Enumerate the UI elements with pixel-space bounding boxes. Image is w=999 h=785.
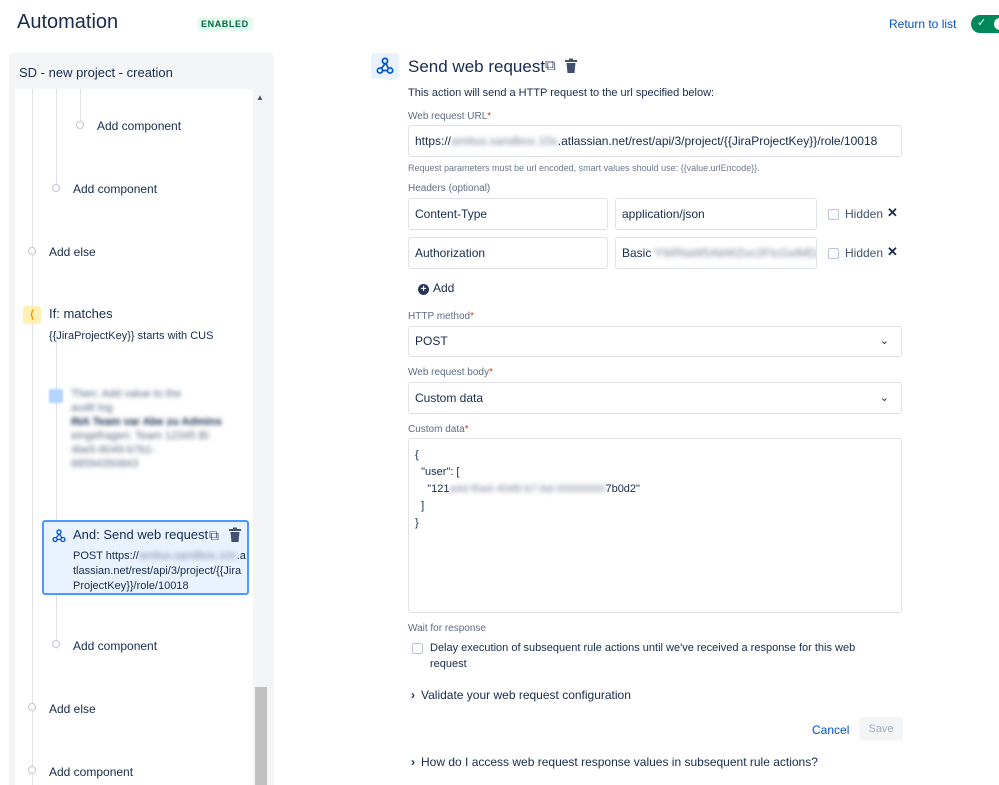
if-condition-title[interactable]: If: matches — [49, 306, 113, 321]
trash-icon[interactable] — [228, 527, 242, 543]
rule-enabled-toggle[interactable]: ✓ — [971, 15, 999, 33]
card-title: And: Send web request — [73, 527, 209, 542]
action-icon — [49, 389, 63, 403]
chevron-right-icon: › — [411, 755, 415, 769]
blurred-action-card[interactable]: Then: Add value to the audit log INA Tea… — [71, 387, 241, 471]
web-request-body-label: Web request body* — [408, 367, 493, 378]
action-type-icon — [371, 53, 399, 79]
check-icon: ✓ — [977, 17, 987, 29]
node-dot — [52, 184, 60, 192]
webhook-icon — [52, 529, 66, 543]
node-dot — [28, 766, 36, 774]
add-component-button[interactable]: Add component — [73, 639, 157, 653]
save-button[interactable]: Save — [859, 717, 903, 741]
close-icon[interactable]: ✕ — [887, 205, 898, 221]
scroll-up-arrow-icon[interactable]: ▲ — [256, 93, 264, 102]
card-body: POST https://amitus.sandbox.10x.atlassia… — [73, 550, 246, 592]
hidden-checkbox-label: Hidden — [845, 207, 884, 221]
copy-icon[interactable]: ⧉ — [545, 57, 556, 74]
node-dot — [76, 121, 84, 129]
http-method-label: HTTP method* — [408, 311, 474, 322]
url-field-label: Web request URL* — [408, 111, 492, 122]
validate-expander[interactable]: › Validate your web request configuration — [411, 688, 631, 702]
copy-icon[interactable]: ⧉ — [209, 527, 219, 544]
header-key-input[interactable]: Content-Type — [408, 198, 608, 230]
web-request-body-select[interactable]: Custom data ⌄ — [408, 382, 902, 414]
wait-for-response-checkbox[interactable] — [412, 643, 423, 654]
action-title: Send web request — [408, 57, 546, 76]
header-value-input[interactable]: application/json — [615, 198, 817, 230]
page-title: Automation — [17, 11, 119, 33]
hidden-checkbox[interactable] — [828, 248, 839, 259]
chevron-down-icon: ⌄ — [879, 335, 889, 347]
plus-icon: + — [418, 284, 429, 295]
add-else-button[interactable]: Add else — [49, 245, 96, 259]
trash-icon[interactable] — [564, 58, 578, 74]
wait-for-response-label: Wait for response — [408, 623, 486, 634]
faq-expander[interactable]: › How do I access web request response va… — [411, 755, 818, 769]
add-component-button[interactable]: Add component — [49, 765, 133, 779]
close-icon[interactable]: ✕ — [887, 244, 898, 260]
scrollbar-thumb[interactable] — [255, 687, 267, 785]
rule-canvas: Add component Add component Add else ⟨ I… — [15, 89, 253, 785]
connector-line — [32, 89, 33, 785]
http-method-select[interactable]: POST ⌄ — [408, 326, 902, 357]
if-condition-desc[interactable]: {{JiraProjectKey}} starts with CUS — [49, 330, 213, 342]
wait-for-response-text: Delay execution of subsequent rule actio… — [430, 642, 856, 670]
url-input[interactable]: https://amitus.sandbox.10x.atlassian.net… — [408, 125, 902, 157]
cancel-button[interactable]: Cancel — [812, 723, 849, 737]
add-else-button[interactable]: Add else — [49, 702, 96, 716]
headers-label: Headers (optional) — [408, 183, 491, 194]
action-description: This action will send a HTTP request to … — [408, 87, 715, 99]
connector-line — [56, 89, 57, 185]
hidden-checkbox[interactable] — [828, 209, 839, 220]
branch-icon: ⟨ — [23, 306, 41, 324]
connector-line — [56, 333, 57, 649]
header-key-input[interactable]: Authorization — [408, 237, 608, 269]
header-value-input[interactable]: Basic YWRtaW5AbWZoc2FtcGxlMDA0MDE — [615, 237, 817, 269]
send-web-request-card[interactable]: And: Send web request ⧉ POST https://ami… — [42, 520, 249, 595]
url-help-text: Request parameters must be url encoded, … — [408, 163, 760, 173]
node-dot — [52, 640, 60, 648]
add-component-button[interactable]: Add component — [73, 182, 157, 196]
custom-data-label: Custom data* — [408, 424, 469, 435]
webhook-icon — [376, 57, 394, 74]
node-dot — [28, 703, 36, 711]
add-component-button[interactable]: Add component — [97, 119, 181, 133]
chevron-right-icon: › — [411, 688, 415, 702]
chevron-down-icon: ⌄ — [879, 392, 889, 404]
scrollbar[interactable]: ▲ — [255, 89, 268, 785]
status-badge: ENABLED — [197, 17, 253, 31]
rule-name: SD - new project - creation — [19, 65, 173, 80]
rule-tree-panel: SD - new project - creation Add componen… — [9, 53, 274, 785]
custom-data-textarea[interactable]: { "user": [ "121a4d-f0a4-40d9-b7-bd-0000… — [408, 438, 902, 613]
hidden-checkbox-label: Hidden — [845, 246, 884, 260]
node-dot — [28, 247, 36, 255]
toggle-knob — [994, 18, 999, 30]
connector-line — [80, 89, 81, 125]
return-to-list-link[interactable]: Return to list — [889, 17, 956, 31]
add-header-button[interactable]: + Add — [418, 281, 454, 295]
